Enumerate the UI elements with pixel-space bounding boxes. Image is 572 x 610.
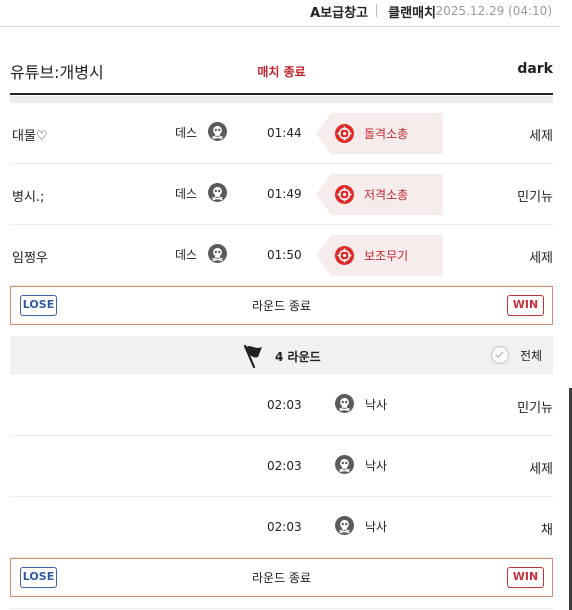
round-end-box: LOSE 라운드 종료 WIN — [10, 558, 553, 597]
skull-icon — [208, 244, 227, 263]
crosshair-icon — [335, 246, 354, 265]
skull-icon — [208, 122, 227, 141]
weapon-label: 돌격소총 — [364, 127, 409, 141]
match-status: 매치 종료 — [257, 65, 306, 79]
event-action: 낙사 — [365, 398, 388, 412]
event-time: 01:49 — [267, 187, 302, 201]
right-team-name[interactable]: dark — [517, 61, 553, 77]
fall-row: 02:03 낙사 민기뉴 — [10, 375, 553, 436]
divider — [10, 608, 553, 609]
opponent-name[interactable]: 세제 — [529, 247, 553, 266]
win-badge: WIN — [507, 295, 544, 316]
player-name[interactable]: 임쩡우 — [12, 247, 48, 266]
player-name[interactable]: 세제 — [529, 458, 553, 477]
skull-icon — [335, 455, 354, 474]
kill-row: 병시.; 데스 01:49 저격소총 민기뉴 — [10, 164, 553, 225]
kill-row: 임쩡우 데스 01:50 보조무기 세제 — [10, 225, 553, 286]
round-end-label: 라운드 종료 — [251, 571, 311, 585]
event-action: 낙사 — [365, 459, 388, 473]
player-name[interactable]: 병시.; — [12, 186, 44, 205]
opponent-name[interactable]: 세제 — [529, 125, 553, 144]
fall-row: 02:03 낙사 세제 — [10, 436, 553, 497]
weapon-label: 저격소총 — [364, 188, 409, 202]
event-time: 02:03 — [267, 398, 302, 412]
event-time: 02:03 — [267, 520, 302, 534]
flag-icon — [242, 343, 266, 373]
player-name[interactable]: 민기뉴 — [517, 397, 553, 416]
skull-icon — [335, 394, 354, 413]
skull-icon — [208, 183, 227, 202]
match-datetime: 2025.12.29 (04:10) — [435, 4, 552, 18]
event-time: 02:03 — [267, 459, 302, 473]
nav-link-clanmatch[interactable]: 클랜매치 — [388, 2, 436, 21]
weapon-badge: 보조무기 — [316, 235, 443, 276]
skull-icon — [335, 516, 354, 535]
kill-row: 대물♡ 데스 01:44 돌격소총 세제 — [10, 103, 553, 164]
round-label: 4 라운드 — [275, 350, 321, 364]
match-header: 유튜브:개병시 매치 종료 dark — [10, 40, 553, 95]
event-kind: 데스 — [175, 126, 198, 140]
top-bar: A보급창고 클랜매치 2025.12.29 (04:10) — [0, 0, 560, 27]
event-kind: 데스 — [175, 248, 198, 262]
round-end-box: LOSE 라운드 종료 WIN — [10, 286, 553, 325]
event-kind: 데스 — [175, 187, 198, 201]
player-name[interactable]: 채 — [541, 519, 553, 538]
opponent-name[interactable]: 민기뉴 — [517, 186, 553, 205]
event-time: 01:44 — [267, 126, 302, 140]
crosshair-icon — [335, 124, 354, 143]
player-name[interactable]: 대물♡ — [12, 125, 48, 144]
event-time: 01:50 — [267, 248, 302, 262]
win-badge: WIN — [507, 567, 544, 588]
section-divider — [10, 96, 553, 103]
weapon-badge: 돌격소총 — [316, 113, 443, 154]
weapon-label: 보조무기 — [364, 249, 409, 263]
crosshair-icon — [335, 185, 354, 204]
filter-all-label[interactable]: 전체 — [520, 347, 542, 364]
fall-row: 02:03 낙사 채 — [10, 497, 553, 558]
round-end-label: 라운드 종료 — [251, 299, 311, 313]
divider — [376, 4, 377, 17]
round-header: 4 라운드 전체 — [10, 336, 553, 375]
nav-link-supply[interactable]: A보급창고 — [310, 2, 368, 21]
check-icon[interactable] — [491, 346, 509, 364]
weapon-badge: 저격소총 — [316, 174, 443, 215]
event-action: 낙사 — [365, 520, 388, 534]
